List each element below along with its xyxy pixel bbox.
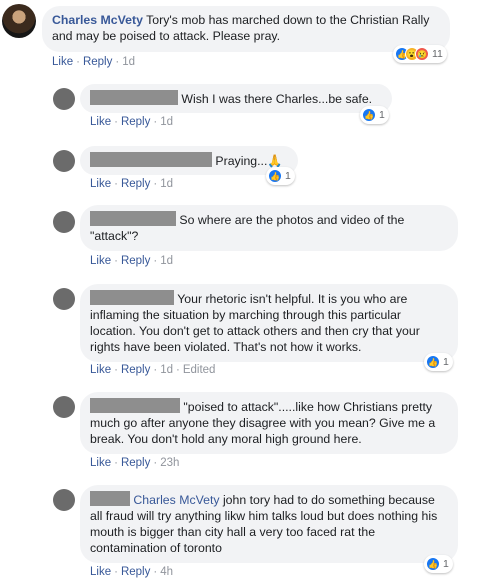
like-link[interactable]: Like	[52, 56, 73, 68]
reply-bubble: Praying...🙏	[80, 146, 298, 175]
like-link[interactable]: Like	[90, 255, 111, 267]
reaction-count: 1	[379, 109, 385, 121]
comment-bubble: Charles McVety Tory's mob has marched do…	[42, 6, 450, 52]
reaction-count: 1	[285, 170, 291, 182]
timestamp[interactable]: 1d	[160, 364, 173, 376]
reply-actions: Like · Reply · 1d	[90, 116, 173, 128]
reply-bubble: Charles McVety john tory had to do somet…	[80, 485, 458, 563]
avatar[interactable]	[2, 4, 36, 38]
like-link[interactable]: Like	[90, 178, 111, 190]
reaction-count: 1	[443, 356, 449, 368]
reply-actions: Like · Reply · 4h	[90, 566, 173, 578]
comment-actions: Like · Reply · 1d	[52, 56, 135, 68]
redacted-name	[90, 90, 178, 105]
reply-text: Praying...🙏	[215, 154, 283, 168]
redacted-name	[90, 152, 212, 167]
reply-link[interactable]: Reply	[83, 56, 112, 68]
reaction-summary[interactable]: 👍 1	[266, 167, 295, 185]
reaction-summary[interactable]: 👍 1	[424, 353, 453, 371]
reply-link[interactable]: Reply	[121, 364, 150, 376]
like-icon: 👍	[426, 557, 440, 571]
sad-icon: 😢	[415, 47, 429, 61]
reaction-summary[interactable]: 👍 1	[424, 555, 453, 573]
reply-link[interactable]: Reply	[121, 116, 150, 128]
reply-link[interactable]: Reply	[121, 255, 150, 267]
timestamp[interactable]: 1d	[160, 116, 173, 128]
reply-bubble: So where are the photos and video of the…	[80, 205, 458, 251]
reaction-count: 11	[432, 48, 443, 60]
avatar[interactable]	[53, 150, 75, 172]
reply-bubble: Your rhetoric isn't helpful. It is you w…	[80, 284, 458, 362]
reply-link[interactable]: Reply	[121, 178, 150, 190]
edited-label[interactable]: Edited	[183, 364, 216, 376]
reply-text: Wish I was there Charles...be safe.	[181, 92, 373, 106]
mentioned-user[interactable]: Charles McVety	[133, 493, 219, 507]
redacted-name	[90, 398, 180, 413]
reply-link[interactable]: Reply	[121, 566, 150, 578]
reply-actions: Like · Reply · 1d · Edited	[90, 364, 216, 376]
like-link[interactable]: Like	[90, 457, 111, 469]
reply-link[interactable]: Reply	[121, 457, 150, 469]
reply-actions: Like · Reply · 1d	[90, 255, 173, 267]
reaction-summary[interactable]: 👍 😮 😢 11	[393, 45, 447, 63]
comment-author[interactable]: Charles McVety	[52, 13, 143, 27]
timestamp[interactable]: 1d	[160, 178, 173, 190]
avatar[interactable]	[53, 489, 75, 511]
reply-bubble: "poised to attack".....like how Christia…	[80, 392, 458, 454]
reply-actions: Like · Reply · 1d	[90, 178, 173, 190]
avatar[interactable]	[53, 211, 75, 233]
like-link[interactable]: Like	[90, 116, 111, 128]
reaction-summary[interactable]: 👍 1	[360, 106, 389, 124]
redacted-name	[90, 491, 130, 506]
like-link[interactable]: Like	[90, 364, 111, 376]
redacted-name	[90, 290, 174, 305]
reply-bubble: Wish I was there Charles...be safe.	[80, 84, 392, 113]
timestamp[interactable]: 23h	[160, 457, 179, 469]
avatar[interactable]	[53, 288, 75, 310]
like-icon: 👍	[426, 355, 440, 369]
timestamp[interactable]: 1d	[122, 56, 135, 68]
timestamp[interactable]: 1d	[160, 255, 173, 267]
reaction-count: 1	[443, 558, 449, 570]
avatar[interactable]	[53, 88, 75, 110]
like-icon: 👍	[268, 169, 282, 183]
timestamp[interactable]: 4h	[160, 566, 173, 578]
like-link[interactable]: Like	[90, 566, 111, 578]
avatar[interactable]	[53, 396, 75, 418]
like-icon: 👍	[362, 108, 376, 122]
redacted-name	[90, 211, 176, 226]
reply-actions: Like · Reply · 23h	[90, 457, 180, 469]
